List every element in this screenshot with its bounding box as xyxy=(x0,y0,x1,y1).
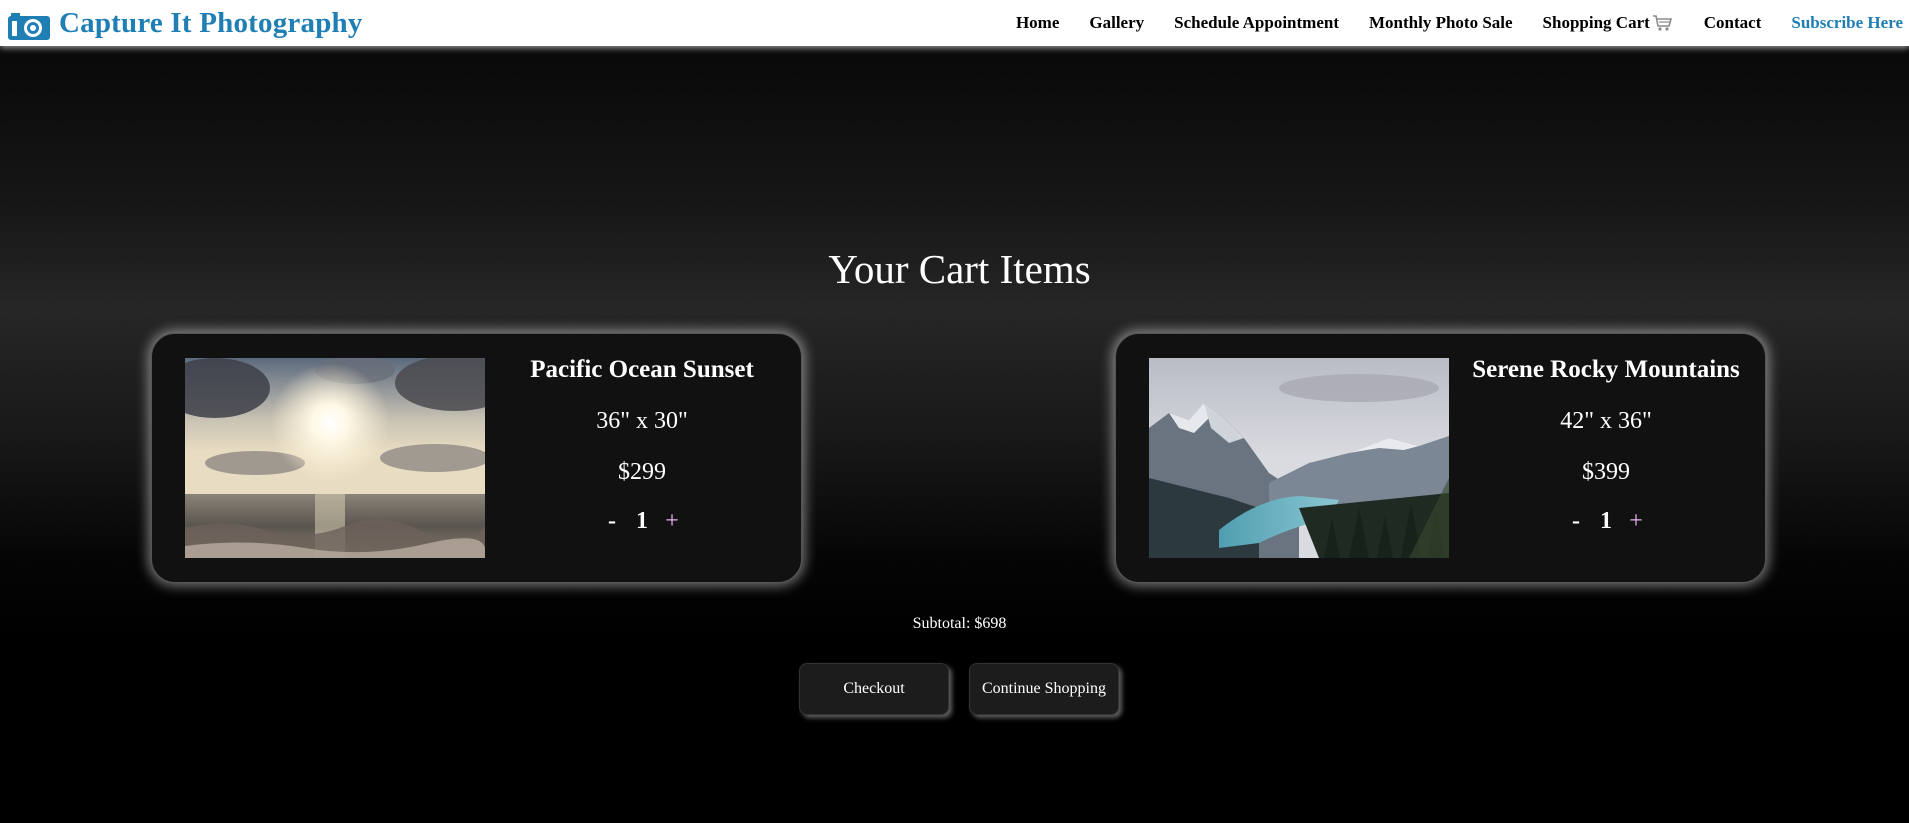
item-size: 36" x 30" xyxy=(596,408,688,434)
cart-item-card: Pacific Ocean Sunset 36" x 30" $299 - 1 … xyxy=(151,333,802,583)
decrease-quantity-button[interactable]: - xyxy=(1561,508,1591,535)
continue-shopping-button[interactable]: Continue Shopping xyxy=(969,663,1119,715)
product-image-rocky-mountains xyxy=(1149,358,1449,558)
cart-item-info: Serene Rocky Mountains 42" x 36" $399 - … xyxy=(1471,356,1741,535)
item-price: $399 xyxy=(1582,459,1630,485)
nav-contact[interactable]: Contact xyxy=(1704,13,1762,33)
cart-item-card: Serene Rocky Mountains 42" x 36" $399 - … xyxy=(1115,333,1766,583)
cart-icon xyxy=(1652,15,1672,31)
main-nav: Home Gallery Schedule Appointment Monthl… xyxy=(1016,0,1909,46)
item-name: Pacific Ocean Sunset xyxy=(530,356,754,383)
increase-quantity-button[interactable]: + xyxy=(657,508,687,535)
nav-shopping-cart-label: Shopping Cart xyxy=(1542,13,1650,32)
nav-subscribe[interactable]: Subscribe Here xyxy=(1791,13,1903,33)
cart-item-info: Pacific Ocean Sunset 36" x 30" $299 - 1 … xyxy=(507,356,777,535)
increase-quantity-button[interactable]: + xyxy=(1621,508,1651,535)
top-navbar: Capture It Photography Home Gallery Sche… xyxy=(0,0,1909,46)
nav-shopping-cart[interactable]: Shopping Cart xyxy=(1543,13,1674,33)
quantity-value: 1 xyxy=(1600,508,1612,534)
camera-icon xyxy=(8,13,50,40)
cart-subtotal: Subtotal: $698 xyxy=(912,615,1007,632)
page-title: Your Cart Items xyxy=(828,246,1091,292)
item-name: Serene Rocky Mountains xyxy=(1472,356,1740,383)
item-price: $299 xyxy=(618,459,666,485)
product-image-ocean-sunset xyxy=(185,358,485,558)
nav-monthly-photo-sale[interactable]: Monthly Photo Sale xyxy=(1369,13,1513,33)
quantity-value: 1 xyxy=(636,508,648,534)
brand-name: Capture It Photography xyxy=(59,6,363,39)
checkout-button[interactable]: Checkout xyxy=(799,663,949,715)
decrease-quantity-button[interactable]: - xyxy=(597,508,627,535)
quantity-stepper: - 1 + xyxy=(1471,508,1741,535)
nav-gallery[interactable]: Gallery xyxy=(1089,13,1144,33)
quantity-stepper: - 1 + xyxy=(507,508,777,535)
nav-home[interactable]: Home xyxy=(1016,13,1059,33)
item-size: 42" x 36" xyxy=(1560,408,1652,434)
brand[interactable]: Capture It Photography xyxy=(7,5,363,41)
nav-schedule-appointment[interactable]: Schedule Appointment xyxy=(1174,13,1339,33)
